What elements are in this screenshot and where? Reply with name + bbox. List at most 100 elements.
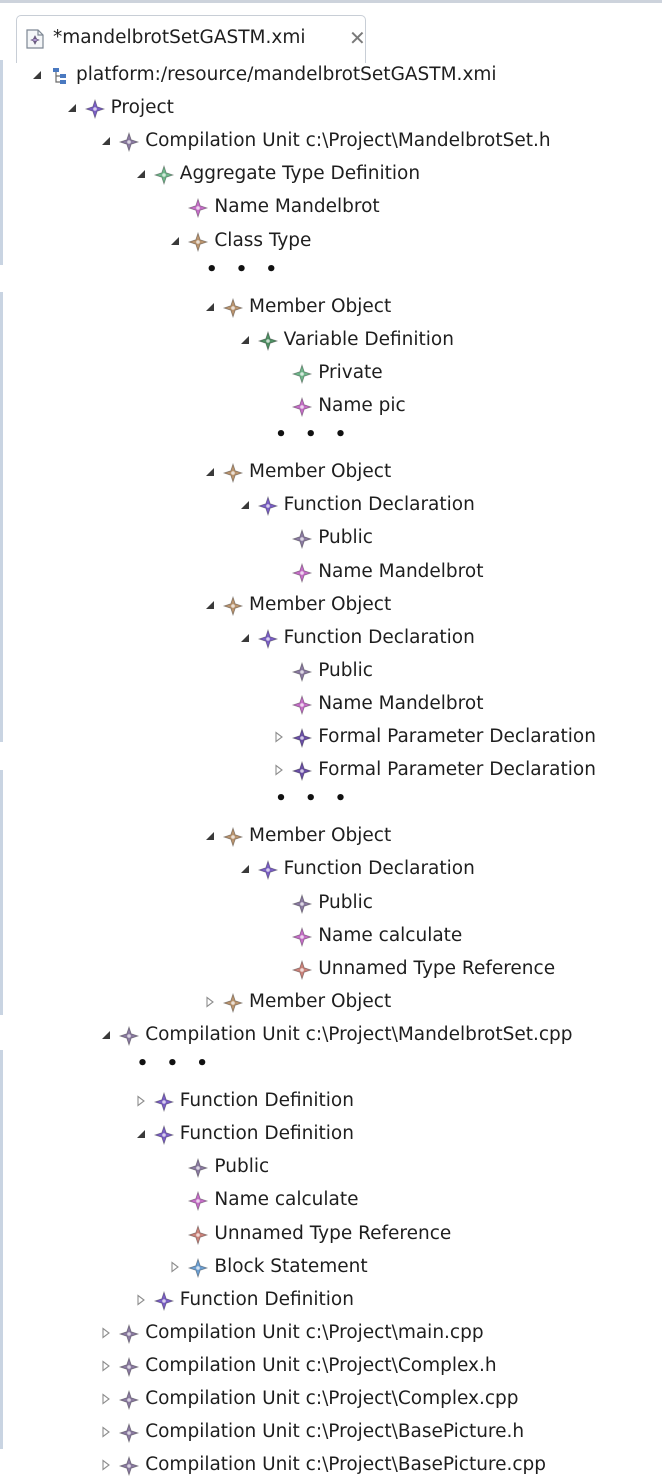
collapsed-arrow-icon[interactable] bbox=[134, 1292, 148, 1308]
ellipsis-marker: • • • bbox=[275, 424, 353, 446]
tree-node[interactable]: Member Object bbox=[203, 591, 640, 621]
tree-node[interactable]: Variable Definition bbox=[238, 326, 640, 356]
tree-node[interactable]: Compilation Unit c:\Project\MandelbrotSe… bbox=[99, 1021, 640, 1051]
tree-node[interactable]: Compilation Unit c:\Project\BasePicture.… bbox=[99, 1451, 640, 1481]
left-border bbox=[0, 1050, 3, 1449]
tree-node[interactable]: Function Definition bbox=[134, 1120, 640, 1150]
tree-node-label: Class Type bbox=[214, 229, 312, 251]
expanded-arrow-icon[interactable] bbox=[168, 233, 182, 249]
tree-node[interactable]: Class Type bbox=[168, 227, 640, 257]
tree-node[interactable]: Name calculate bbox=[272, 922, 640, 952]
expanded-arrow-icon[interactable] bbox=[99, 133, 113, 149]
expanded-arrow-icon[interactable] bbox=[65, 100, 79, 116]
tree-node[interactable]: Member Object bbox=[203, 458, 640, 488]
left-border bbox=[0, 770, 3, 1015]
expanded-arrow-icon[interactable] bbox=[99, 1027, 113, 1043]
gray-node-icon bbox=[188, 1157, 209, 1179]
collapsed-arrow-icon[interactable] bbox=[99, 1358, 113, 1374]
violet-node-icon bbox=[257, 860, 278, 881]
tree-node[interactable]: Block Statement bbox=[168, 1253, 640, 1283]
tree-node[interactable]: Name Mandelbrot bbox=[272, 558, 640, 588]
tree-node[interactable]: Compilation Unit c:\Project\BasePicture.… bbox=[99, 1418, 640, 1448]
expanded-arrow-icon[interactable] bbox=[238, 497, 252, 513]
tree-node[interactable]: Member Object bbox=[203, 293, 640, 323]
tree-node[interactable]: Public bbox=[168, 1153, 640, 1183]
collapsed-arrow-icon[interactable] bbox=[272, 762, 286, 778]
tree-node-label: Compilation Unit c:\Project\main.cpp bbox=[145, 1321, 484, 1343]
expanded-arrow-icon[interactable] bbox=[134, 1126, 148, 1142]
green-node-icon bbox=[153, 164, 175, 186]
expanded-arrow-icon[interactable] bbox=[203, 597, 217, 613]
collapsed-arrow-icon[interactable] bbox=[134, 1093, 148, 1109]
tree-node[interactable]: Name calculate bbox=[168, 1186, 640, 1216]
tree-node[interactable]: Compilation Unit c:\Project\Complex.cpp bbox=[99, 1385, 640, 1415]
tree-node[interactable]: Name Mandelbrot bbox=[168, 193, 640, 223]
collapsed-arrow-icon[interactable] bbox=[272, 729, 286, 745]
tree-node[interactable]: Public bbox=[272, 524, 640, 554]
tree-node-label: Name Mandelbrot bbox=[214, 196, 380, 218]
tree-node[interactable]: Function Definition bbox=[134, 1286, 640, 1316]
expanded-arrow-icon[interactable] bbox=[30, 67, 44, 83]
tree-node[interactable]: Compilation Unit c:\Project\Complex.h bbox=[99, 1352, 640, 1382]
expanded-arrow-icon[interactable] bbox=[203, 828, 217, 844]
editor-tab-bar: *mandelbrotSetGASTM.xmi ✕ bbox=[0, 0, 662, 63]
tree-node[interactable]: Private bbox=[272, 359, 640, 389]
tree-node-label: Name calculate bbox=[318, 924, 463, 946]
pink-node-icon bbox=[188, 198, 209, 219]
collapsed-arrow-icon[interactable] bbox=[99, 1325, 113, 1341]
gray-node-icon bbox=[291, 529, 313, 550]
expanded-arrow-icon[interactable] bbox=[238, 630, 252, 646]
tree-node[interactable]: Member Object bbox=[203, 822, 640, 852]
tree-node[interactable]: Formal Parameter Declaration bbox=[272, 723, 640, 753]
tree-node[interactable]: Compilation Unit c:\Project\MandelbrotSe… bbox=[99, 127, 640, 157]
tree-node-label: Compilation Unit c:\Project\Complex.h bbox=[145, 1354, 497, 1376]
collapsed-arrow-icon[interactable] bbox=[168, 1259, 182, 1275]
pink-node-icon bbox=[291, 396, 313, 418]
xmi-file-icon bbox=[24, 28, 46, 50]
tree-node-label: Name Mandelbrot bbox=[318, 560, 484, 582]
tree-node-label: Function Declaration bbox=[283, 858, 475, 880]
tree-node-label: Name calculate bbox=[214, 1189, 359, 1211]
collapsed-arrow-icon[interactable] bbox=[99, 1457, 113, 1473]
violet-node-icon bbox=[84, 98, 105, 120]
dark-violet-node-icon bbox=[291, 727, 313, 749]
editor-tab[interactable]: *mandelbrotSetGASTM.xmi ✕ bbox=[16, 15, 366, 63]
tree-node[interactable]: Unnamed Type Reference bbox=[272, 955, 640, 985]
collapsed-arrow-icon[interactable] bbox=[203, 994, 217, 1010]
expanded-arrow-icon[interactable] bbox=[134, 166, 148, 182]
tree-node[interactable]: Name pic bbox=[272, 392, 640, 422]
dark-green-node-icon bbox=[257, 330, 278, 352]
tree-node[interactable]: Function Definition bbox=[134, 1087, 640, 1117]
collapsed-arrow-icon[interactable] bbox=[99, 1391, 113, 1407]
tree-node-label: Member Object bbox=[249, 990, 392, 1012]
tree-node[interactable]: platform:/resource/mandelbrotSetGASTM.xm… bbox=[30, 61, 640, 91]
tree-node-label: platform:/resource/mandelbrotSetGASTM.xm… bbox=[76, 64, 497, 85]
close-icon[interactable]: ✕ bbox=[349, 26, 366, 50]
tree-node[interactable]: Compilation Unit c:\Project\main.cpp bbox=[99, 1319, 640, 1349]
blue-node-icon bbox=[188, 1257, 209, 1278]
gray-node-icon bbox=[118, 1323, 140, 1345]
expanded-arrow-icon[interactable] bbox=[203, 464, 217, 480]
expanded-arrow-icon[interactable] bbox=[238, 332, 252, 348]
tree-node[interactable]: Function Declaration bbox=[238, 491, 640, 521]
tree-node[interactable]: Aggregate Type Definition bbox=[134, 160, 640, 190]
expanded-arrow-icon[interactable] bbox=[203, 299, 217, 315]
tree-node[interactable]: Name Mandelbrot bbox=[272, 690, 640, 720]
tree-node[interactable]: Function Declaration bbox=[238, 624, 640, 654]
ellipsis-marker: • • • bbox=[275, 788, 353, 810]
tree-node-label: Function Definition bbox=[179, 1090, 354, 1112]
tree-node-label: Member Object bbox=[249, 825, 392, 847]
expanded-arrow-icon[interactable] bbox=[238, 861, 252, 877]
tree-node[interactable]: Public bbox=[272, 657, 640, 687]
tree-node[interactable]: Member Object bbox=[203, 988, 640, 1018]
collapsed-arrow-icon[interactable] bbox=[99, 1424, 113, 1440]
ellipsis-marker: • • • bbox=[136, 1053, 214, 1074]
tree-node[interactable]: Function Declaration bbox=[238, 855, 640, 885]
dark-violet-node-icon bbox=[291, 760, 313, 782]
tree-node[interactable]: Formal Parameter Declaration bbox=[272, 756, 640, 786]
tree-node[interactable]: Project bbox=[65, 94, 640, 124]
tree-node[interactable]: Public bbox=[272, 889, 640, 919]
tree-node[interactable]: Unnamed Type Reference bbox=[168, 1220, 640, 1250]
gray-node-icon bbox=[291, 661, 313, 683]
gray-node-icon bbox=[118, 1422, 140, 1444]
